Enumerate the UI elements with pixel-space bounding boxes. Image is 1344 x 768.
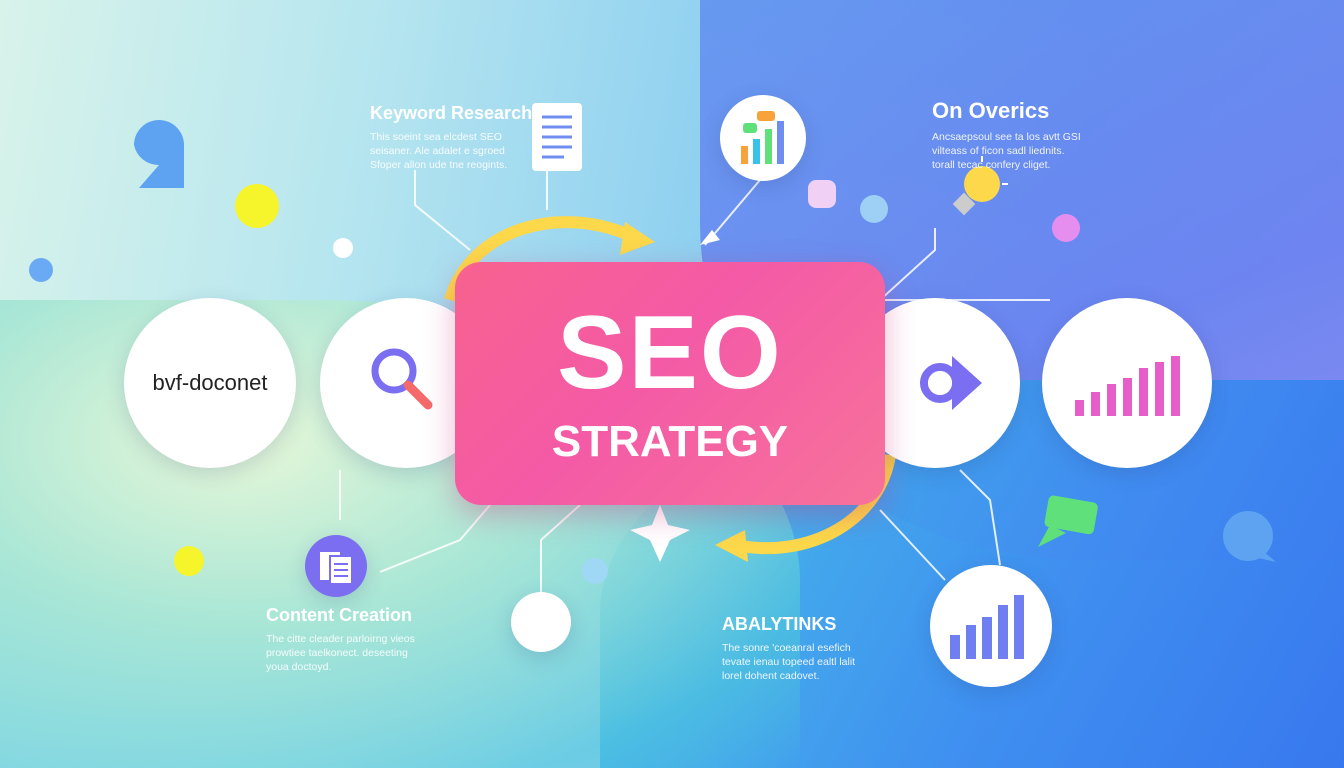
section-keyword-research: Keyword Research This soeint sea elcdest… (370, 103, 532, 172)
star-icon (630, 505, 690, 562)
document-icon (532, 103, 582, 171)
section-desc: The citte cleader parloirng vieos prowti… (266, 633, 415, 673)
section-desc: This soeint sea elcdest SEO seisaner. Al… (370, 131, 508, 171)
arrow-right-icon (920, 356, 982, 410)
bar-chart-icon (741, 110, 784, 164)
decor-dot (235, 184, 279, 228)
decor-dot (174, 546, 204, 576)
section-title: Keyword Research (370, 103, 533, 123)
node-bvf-doconet[interactable]: bvf-doconet (124, 298, 296, 468)
chat-icon (808, 180, 836, 208)
node-analytics-chart[interactable] (930, 565, 1052, 687)
section-title: ABALYTINKS (722, 614, 837, 634)
arrowhead (715, 530, 748, 562)
quote-bubble-icon (134, 120, 184, 188)
center-subtitle: STRATEGY (551, 416, 789, 466)
analytics-chart-circle (720, 95, 806, 181)
section-desc: Ancsaepsoul see ta los avtt GSI vilteass… (932, 131, 1081, 171)
bar-chart-icon (950, 595, 1024, 659)
magnifier-icon (371, 348, 433, 410)
bar-chart-icon (1075, 356, 1180, 416)
seo-strategy-card: SEO STRATEGY (455, 262, 885, 505)
decor-dot (333, 238, 353, 258)
section-desc: The sonre 'coeanral esefich tevate ienau… (722, 642, 856, 682)
chat-bubble-icon (1223, 511, 1276, 562)
section-on-overics: On Overics Ancsaepsoul see ta los avtt G… (932, 98, 1082, 172)
section-title: Content Creation (266, 605, 412, 625)
node-label: bvf-doconet (152, 370, 268, 395)
center-title: SEO (557, 294, 783, 411)
decor-dot (860, 195, 888, 223)
chat-bubble-icon (1038, 495, 1098, 547)
node-empty[interactable] (511, 592, 571, 652)
decor-dot (29, 258, 53, 282)
decor-dot (1052, 214, 1080, 242)
document-stack-icon (320, 552, 353, 585)
section-analytics: ABALYTINKS The sonre 'coeanral esefich t… (722, 614, 872, 683)
decor-dot (582, 558, 608, 584)
section-title: On Overics (932, 98, 1050, 123)
arrowhead (620, 222, 655, 255)
section-content-creation: Content Creation The citte cleader parlo… (266, 605, 416, 674)
content-creation-icon-circle (305, 535, 367, 597)
node-bar-chart[interactable] (1042, 298, 1212, 468)
